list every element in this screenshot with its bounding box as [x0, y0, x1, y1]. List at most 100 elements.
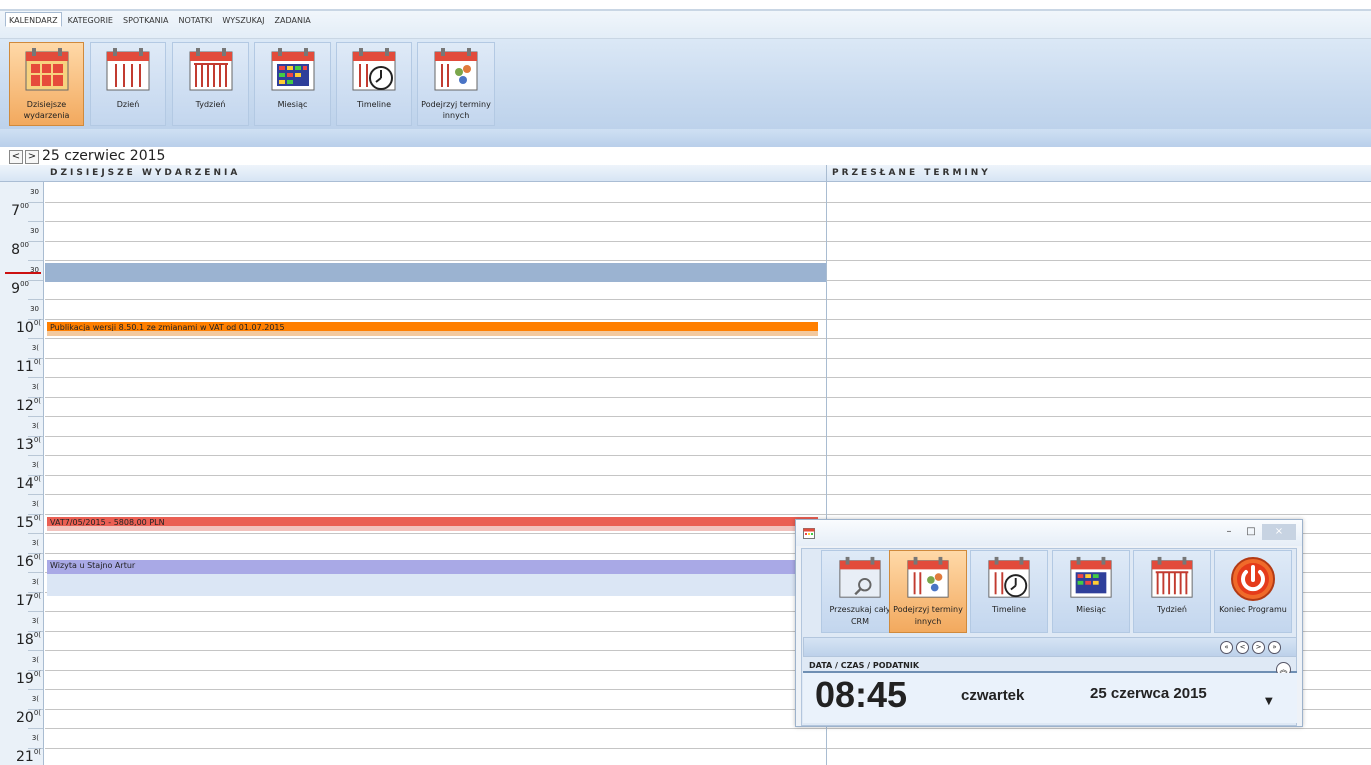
calendar-event[interactable]: Publikacja wersji 8.50.1 ze zmianami w V…: [47, 322, 818, 336]
today-events-column-header: DZISIEJSZE WYDARZENIA: [50, 168, 241, 178]
search-crm-label: Przeszukaj cały CRM: [829, 605, 891, 626]
ribbon-footer: [0, 129, 1371, 147]
grid-line: [45, 630, 826, 632]
grid-line: [45, 435, 826, 437]
ruler-tick: [28, 494, 43, 495]
time-label: 190(: [15, 669, 41, 687]
time-label: 800: [11, 240, 29, 258]
full-date-label: 25 czerwca 2015: [1090, 685, 1207, 702]
first-page-button[interactable]: «: [1220, 641, 1233, 654]
selected-time-slot[interactable]: [45, 263, 826, 282]
timeline-button[interactable]: Timeline: [970, 550, 1048, 633]
ruler-tick: [28, 650, 43, 651]
calendar-app-icon: [803, 528, 815, 539]
ruler-tick: [28, 299, 43, 300]
exit-program-button[interactable]: Koniec Programu: [1214, 550, 1292, 633]
grid-line: [827, 357, 1371, 359]
current-time: 08:45: [815, 674, 908, 715]
grid-line: [45, 396, 826, 398]
grid-line: [45, 338, 826, 339]
week-view-label: Tydzień: [1157, 605, 1187, 614]
tab-notatki[interactable]: NOTATKI: [174, 12, 216, 27]
grid-line: [45, 299, 826, 300]
minimize-button[interactable]: –: [1218, 524, 1240, 540]
weekday-label: czwartek: [961, 687, 1025, 704]
ruler-tick: [28, 611, 43, 612]
others-schedule-button[interactable]: Podejrzyj terminy innych: [417, 42, 495, 126]
others-schedule-button[interactable]: Podejrzyj terminy innych: [889, 550, 967, 633]
time-label: 3(: [31, 461, 39, 469]
search-crm-button[interactable]: Przeszukaj cały CRM: [821, 550, 899, 633]
week-view-button[interactable]: Tydzień: [1133, 550, 1211, 633]
time-label: 3(: [31, 422, 39, 430]
grid-line: [827, 416, 1371, 417]
dropdown-arrow-icon[interactable]: ▼: [1265, 696, 1273, 707]
month-view-label: Miesiąc: [1076, 605, 1106, 614]
quick-launch-window: – □ × Przeszukaj cały CRM Podejrzyj term…: [795, 519, 1303, 727]
grid-line: [45, 611, 826, 612]
week-view-button[interactable]: Tydzień: [172, 42, 249, 126]
day-view-button[interactable]: Dzień: [90, 42, 166, 126]
prev-day-button[interactable]: <: [9, 150, 23, 164]
grid-line: [45, 708, 826, 710]
maximize-button[interactable]: □: [1240, 524, 1262, 540]
window-controls: – □ ×: [1218, 524, 1296, 540]
grid-line: [45, 747, 826, 749]
grid-line: [45, 260, 826, 261]
week-view-icon: [1151, 556, 1193, 598]
grid-line: [827, 299, 1371, 300]
grid-line: [827, 201, 1371, 203]
grid-line: [45, 728, 826, 729]
ruler-tick: [28, 338, 43, 339]
time-label: 100(: [15, 318, 41, 336]
close-button[interactable]: ×: [1262, 524, 1296, 540]
month-view-button[interactable]: Miesiąc: [1052, 550, 1130, 633]
time-label: 3(: [31, 383, 39, 391]
calendar-event[interactable]: Wizyta u Stajno Artur: [47, 560, 826, 596]
tab-zadania[interactable]: ZADANIA: [271, 12, 315, 27]
grid-line: [827, 747, 1371, 749]
day-view-icon: [106, 48, 150, 91]
grid-line: [45, 513, 826, 515]
grid-line: [827, 474, 1371, 476]
current-date-label: 25 czerwiec 2015: [42, 148, 166, 164]
today-events-button[interactable]: Dzisiejsze wydarzenia: [9, 42, 84, 126]
today-events-icon: [25, 48, 68, 91]
time-label: 160(: [15, 552, 41, 570]
previous-button[interactable]: <: [1236, 641, 1249, 654]
time-label: 900: [11, 279, 29, 297]
grid-line: [827, 513, 1371, 515]
calendar-event[interactable]: VAT7/05/2015 - 5808,00 PLN: [47, 517, 818, 531]
ruler-tick: [28, 572, 43, 573]
grid-line: [45, 494, 826, 495]
others-schedule-icon: [907, 556, 949, 598]
tab-spotkania[interactable]: SPOTKANIA: [119, 12, 172, 27]
timeline-icon: [988, 556, 1030, 598]
week-view-icon: [189, 48, 232, 91]
month-view-icon: [271, 48, 314, 91]
grid-line: [45, 240, 826, 242]
grid-line: [45, 689, 826, 690]
day-view-label: Dzień: [116, 100, 140, 109]
time-label: 180(: [15, 630, 41, 648]
tab-wyszukaj[interactable]: WYSZUKAJ: [218, 12, 268, 27]
month-view-button[interactable]: Miesiąc: [254, 42, 331, 126]
grid-line: [45, 474, 826, 476]
last-page-button[interactable]: »: [1268, 641, 1281, 654]
current-time-indicator: [5, 272, 41, 274]
power-icon: [1231, 557, 1275, 601]
timeline-button[interactable]: Timeline: [336, 42, 412, 126]
others-schedule-label: Podejrzyj terminy innych: [893, 605, 963, 626]
next-button[interactable]: >: [1252, 641, 1265, 654]
tab-kalendarz[interactable]: KALENDARZ: [5, 12, 62, 27]
window-titlebar: – □ ×: [796, 520, 1302, 546]
grid-line: [827, 279, 1371, 281]
grid-line: [45, 650, 826, 651]
grid-line: [45, 533, 826, 534]
ruler-tick: [28, 728, 43, 729]
date-navigation-bar: [0, 147, 1371, 165]
next-day-button[interactable]: >: [25, 150, 39, 164]
time-label: 30: [30, 188, 39, 196]
grid-line: [827, 728, 1371, 729]
tab-kategorie[interactable]: KATEGORIE: [64, 12, 117, 27]
